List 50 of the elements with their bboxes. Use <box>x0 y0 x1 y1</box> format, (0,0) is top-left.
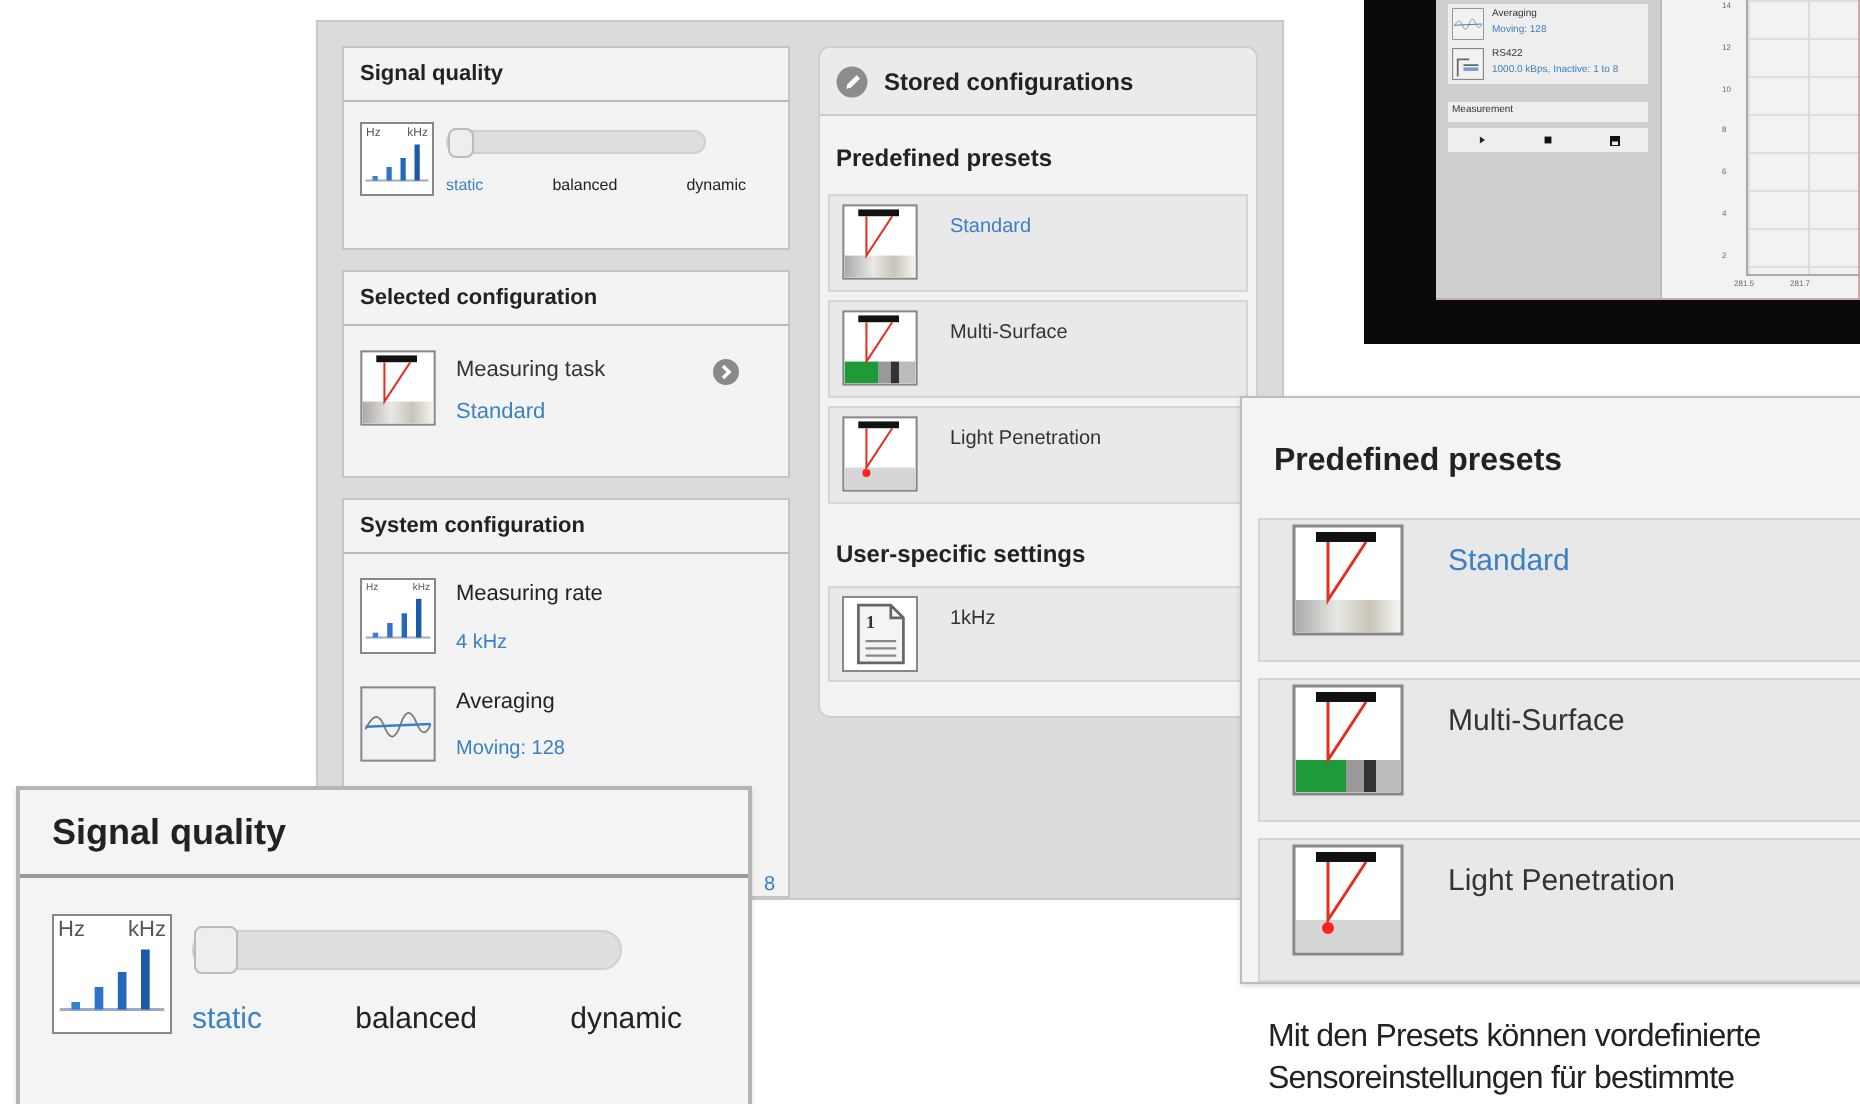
mode-label[interactable]: balanced <box>552 174 618 198</box>
preset-row[interactable]: Multi-Surface <box>1258 678 1860 822</box>
sensor-preset-icon <box>1292 844 1404 956</box>
preset-row[interactable]: Multi-Surface <box>827 300 1248 398</box>
caption-text: Mit den Presets können vordefinierte Sensoreinstellungen für bestimmte <box>1268 1018 1763 1100</box>
sensor-preset-icon <box>841 416 918 492</box>
preset-label: Standard <box>1448 542 1570 582</box>
preset-label: Standard <box>949 214 1032 242</box>
preset-label: Light Penetration <box>1448 862 1675 902</box>
play-icon <box>1475 134 1487 146</box>
averaging-wave-icon <box>360 685 436 761</box>
setting-label: Measuring rate <box>456 580 603 610</box>
sensor-preset-icon <box>360 350 436 426</box>
section-title: Predefined presets <box>1272 442 1565 482</box>
icon-label: Hz <box>58 920 85 942</box>
sensor-preset-icon <box>841 310 918 386</box>
mode-label[interactable]: static <box>192 998 263 1043</box>
section-title: Predefined presets <box>833 142 1054 176</box>
mode-label[interactable]: dynamic <box>686 174 746 198</box>
setting-label: Measuring task <box>456 356 608 386</box>
sensor-preset-icon <box>841 204 918 280</box>
setting-value[interactable]: 4 kHz <box>456 627 603 657</box>
setting-label: 1kHz <box>949 606 996 634</box>
preset-row[interactable]: Light Penetration <box>1258 838 1860 982</box>
save-icon <box>1607 133 1621 147</box>
chevron-right-icon <box>711 358 740 386</box>
setting-value[interactable]: Standard <box>456 395 692 428</box>
preset-label: Multi-Surface <box>949 320 1068 348</box>
section-title: User-specific settings <box>833 538 1088 572</box>
pencil-icon <box>835 65 868 97</box>
setting-value: 8 <box>764 872 776 900</box>
panel-title: System configuration <box>360 511 585 542</box>
setting-value[interactable]: Moving: 128 <box>456 734 565 764</box>
stop-icon <box>1541 134 1553 146</box>
icon-label: 1 <box>865 610 875 636</box>
panel-title: Signal quality <box>52 809 287 856</box>
panel-title: Signal quality <box>360 59 504 90</box>
panel-title: Stored configurations <box>883 65 1134 99</box>
icon-label: kHz <box>128 920 166 942</box>
slider-thumb[interactable] <box>448 128 474 158</box>
panel-title: Selected configuration <box>360 283 598 314</box>
sensor-preset-icon <box>1292 684 1404 796</box>
mode-label[interactable]: static <box>446 174 484 198</box>
sensor-preset-icon <box>1292 524 1404 636</box>
mode-label[interactable]: balanced <box>355 998 478 1043</box>
preset-label: Light Penetration <box>949 426 1102 454</box>
mode-label[interactable]: dynamic <box>570 998 682 1043</box>
slider-thumb[interactable] <box>194 926 238 974</box>
preset-label: Multi-Surface <box>1448 702 1625 742</box>
setting-label: Averaging <box>456 687 557 717</box>
